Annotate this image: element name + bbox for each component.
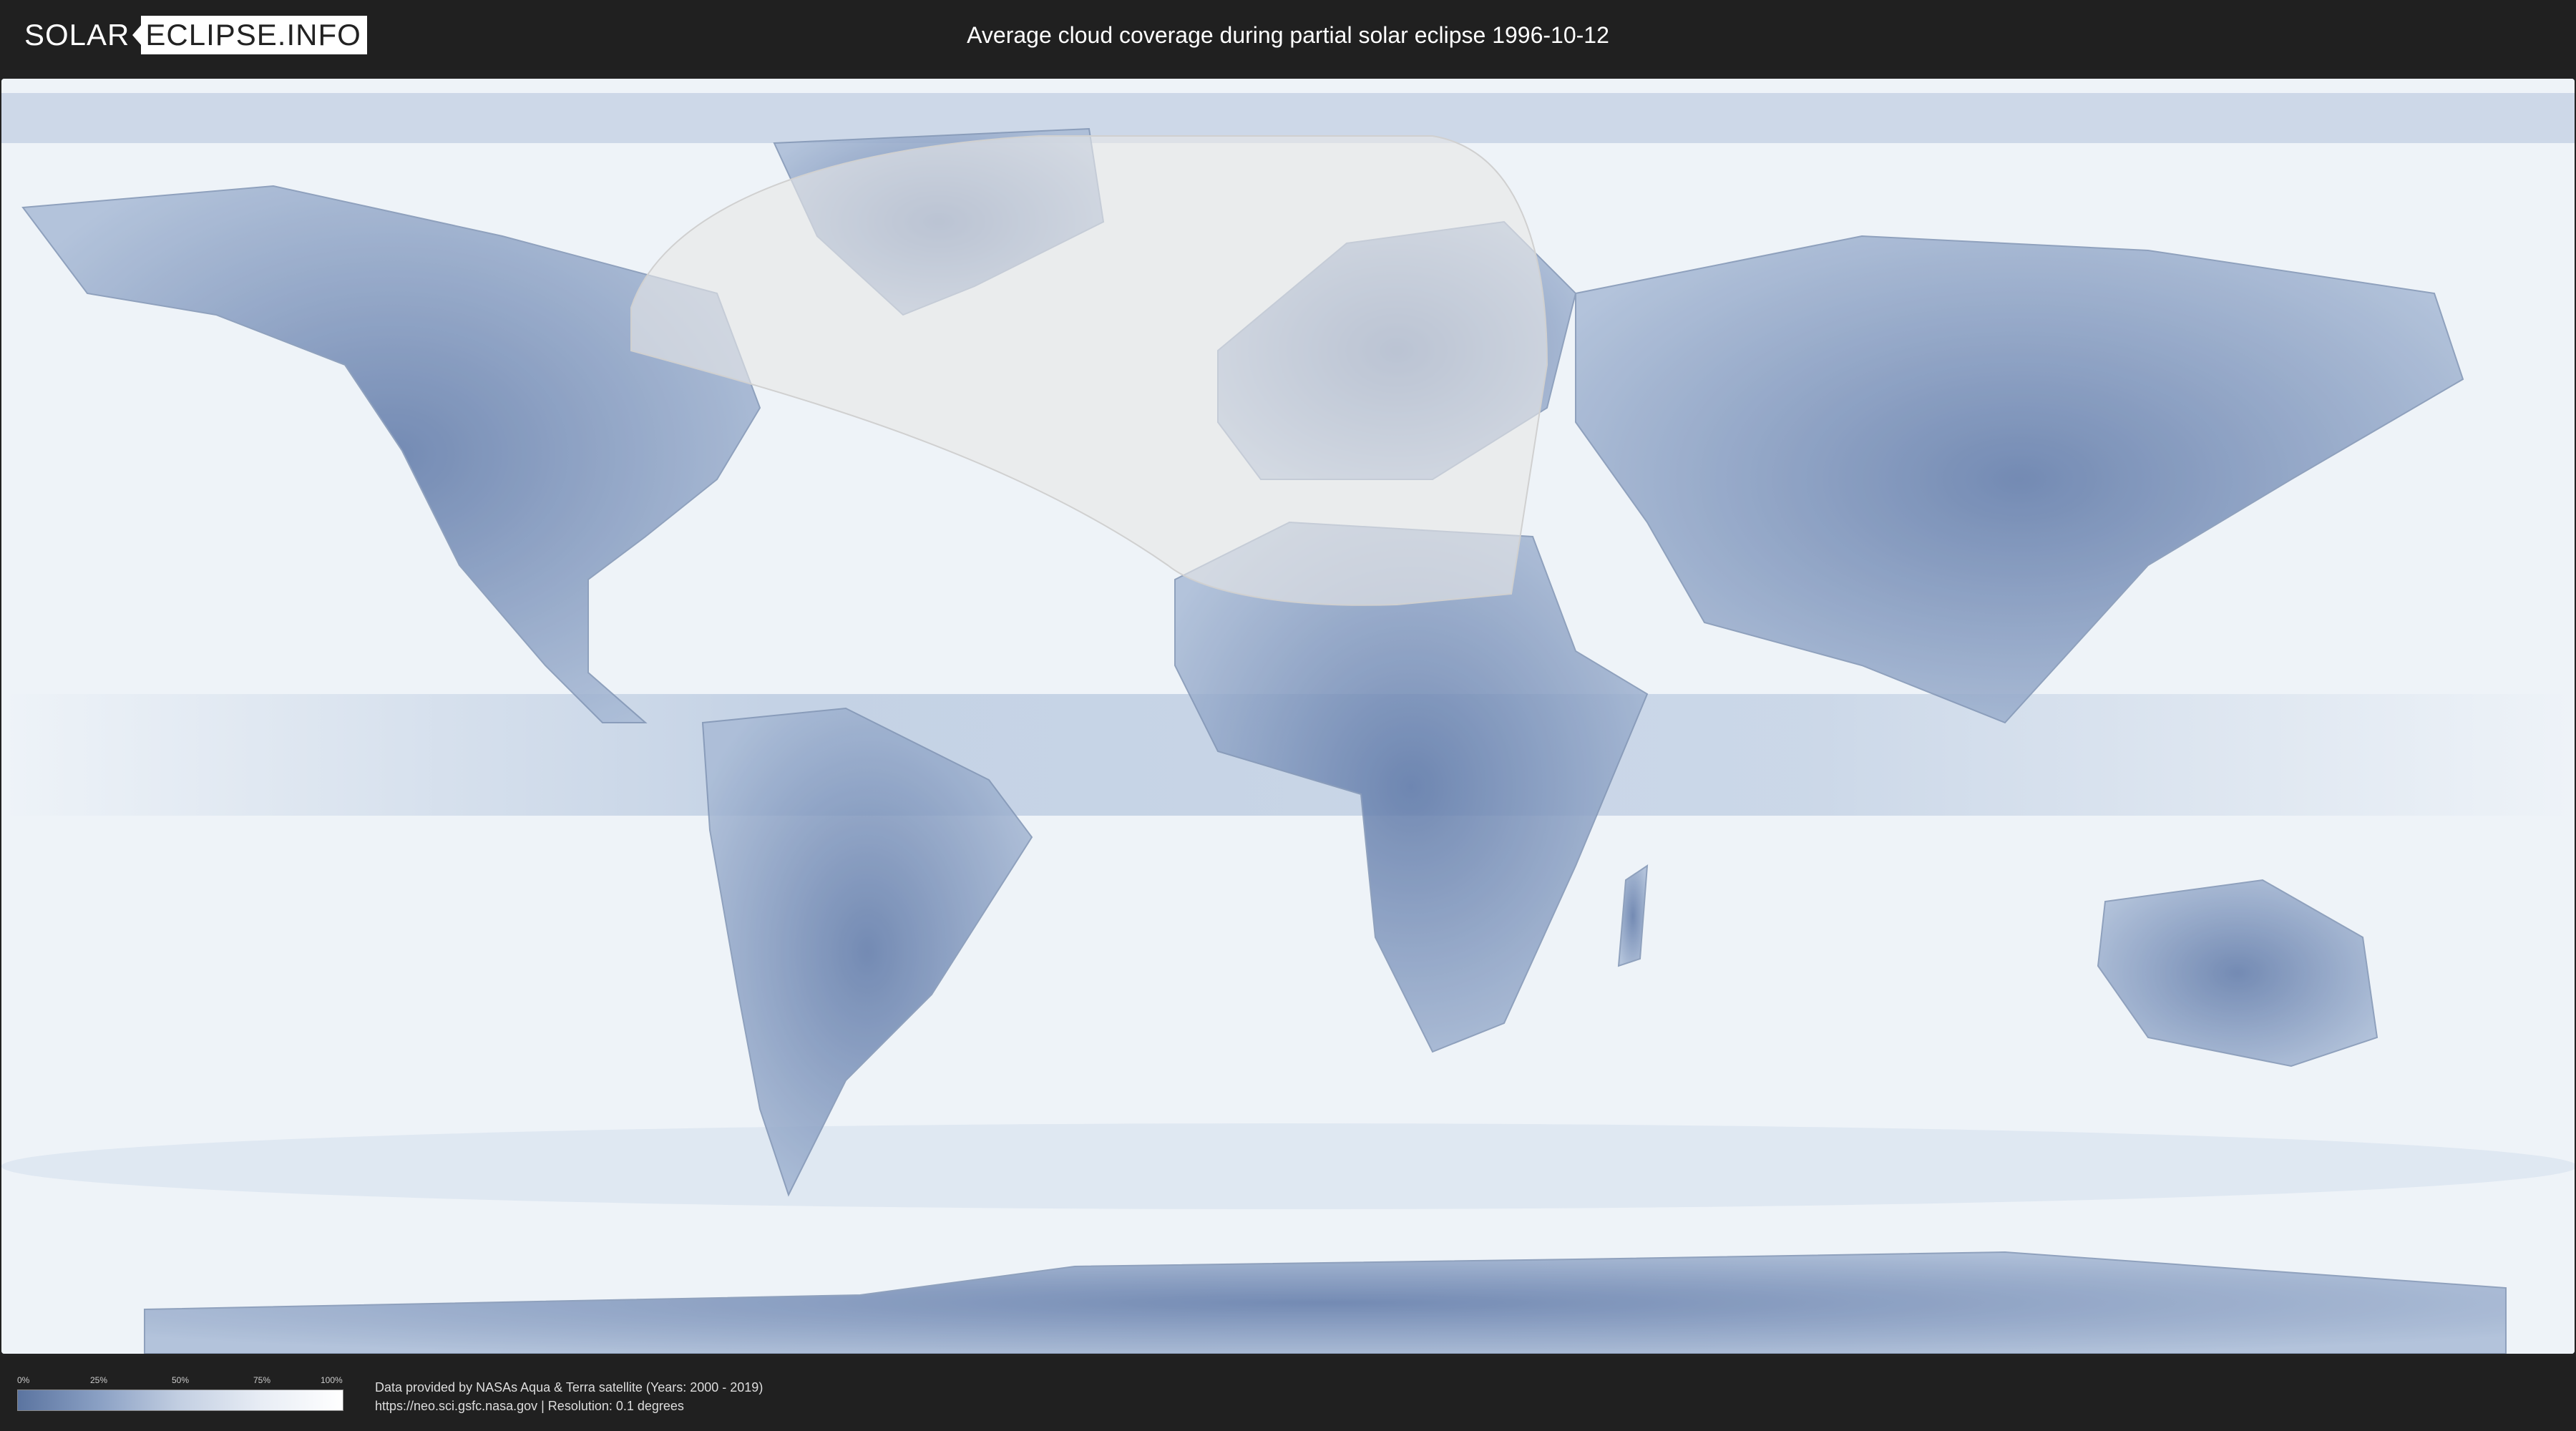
- legend-tick-25: 25%: [90, 1375, 108, 1385]
- page-title: Average cloud coverage during partial so…: [967, 22, 1609, 48]
- cloud-coverage-map[interactable]: [1, 79, 2575, 1354]
- credits-line-1: Data provided by NASAs Aqua & Terra sate…: [375, 1380, 763, 1395]
- legend-color-bar: [17, 1390, 343, 1411]
- legend-tick-100: 100%: [321, 1375, 343, 1385]
- legend-tick-50: 50%: [172, 1375, 190, 1385]
- credits-line-2: https://neo.sci.gsfc.nasa.gov | Resoluti…: [375, 1399, 684, 1413]
- legend-tick-0: 0%: [17, 1375, 30, 1385]
- south-ocean-band: [1, 1123, 2575, 1209]
- header-bar: SOLAR ECLIPSE.INFO Average cloud coverag…: [0, 0, 2576, 70]
- cloud-coverage-legend: 0% 25% 50% 75% 100%: [17, 1375, 343, 1411]
- data-credits: Data provided by NASAs Aqua & Terra sate…: [375, 1378, 763, 1415]
- legend-tick-75: 75%: [253, 1375, 271, 1385]
- legend-ticks: 0% 25% 50% 75% 100%: [17, 1375, 343, 1390]
